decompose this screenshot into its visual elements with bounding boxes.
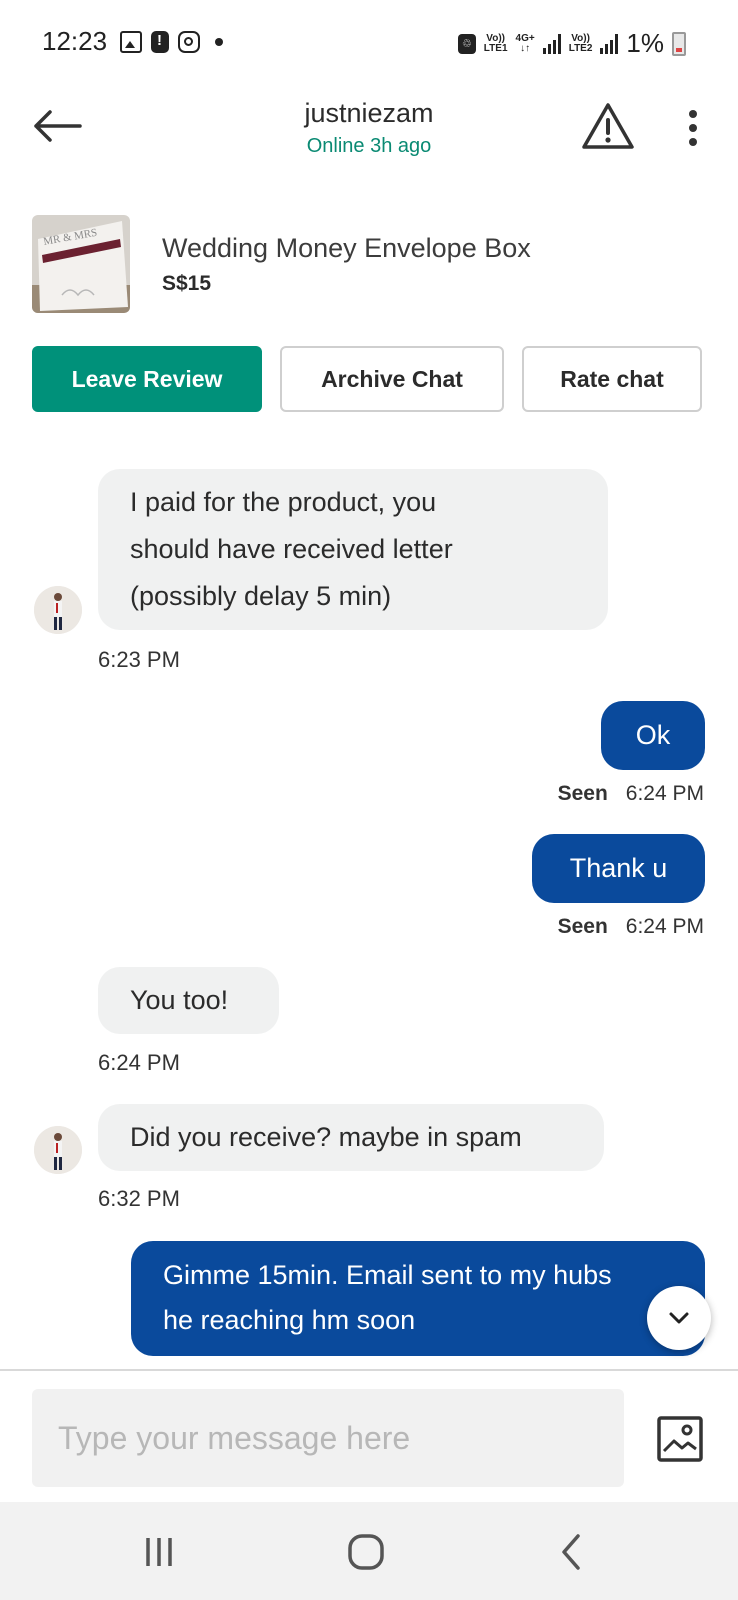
status-bar: 12:23 ♲ Vo))LTE1 4G+↓↑ Vo))LTE2 1% [0, 0, 738, 84]
message-text: I paid for the product, you [130, 487, 437, 517]
more-options-button[interactable] [678, 104, 708, 152]
message-text: he reaching hm soon [163, 1305, 416, 1335]
listing-card[interactable]: MR & MRS Wedding Money Envelope Box S$15 [32, 214, 712, 314]
attach-image-button[interactable] [656, 1415, 704, 1463]
instagram-icon [178, 31, 200, 53]
battery-percent: 1% [626, 28, 664, 58]
message-text: Thank u [569, 853, 668, 883]
dot-icon [215, 38, 223, 46]
rate-chat-button[interactable]: Rate chat [522, 346, 702, 412]
message-time: 6:23 PM [98, 647, 180, 672]
more-vert-icon [689, 110, 697, 118]
signal-icon [542, 33, 561, 54]
chevron-down-icon [669, 1312, 689, 1324]
chevron-left-icon [562, 1534, 580, 1570]
message-bubble[interactable]: I paid for the product, you should have … [98, 469, 608, 630]
message-text: You too! [130, 985, 229, 1015]
avatar[interactable] [34, 586, 82, 634]
message-meta: Seen 6:24 PM [558, 782, 704, 806]
message-bubble[interactable]: Gimme 15min. Email sent to my hubs he re… [131, 1241, 705, 1356]
message-meta: Seen 6:24 PM [558, 915, 704, 939]
status-system-icons: ♲ Vo)) LTE1 4G+ ↓↑ Vo)) LTE2 1% [457, 28, 686, 59]
message-bubble[interactable]: Did you receive? maybe in spam [98, 1104, 604, 1171]
scroll-to-bottom-button[interactable] [647, 1286, 711, 1350]
message-time: 6:24 PM [625, 915, 704, 938]
sim2-label: Vo)) LTE2 [568, 32, 593, 54]
message-bubble[interactable]: Thank u [532, 834, 705, 903]
message-composer [0, 1369, 738, 1501]
message-bubble[interactable]: Ok [601, 701, 705, 770]
chat-actions: Leave Review Archive Chat Rate chat [32, 346, 702, 412]
alert-icon [151, 31, 169, 53]
chat-header: justniezam Online 3h ago [0, 84, 738, 184]
image-icon [657, 1416, 703, 1462]
message-time: 6:24 PM [625, 782, 704, 805]
message-text: (possibly delay 5 min) [130, 581, 392, 611]
warning-icon [582, 103, 634, 149]
status-time: 12:23 [42, 26, 108, 56]
seen-label: Seen [557, 782, 608, 805]
report-button[interactable] [580, 100, 636, 152]
avatar[interactable] [34, 1126, 82, 1174]
system-nav-bar [0, 1502, 738, 1600]
message-bubble[interactable]: You too! [98, 967, 279, 1034]
listing-title: Wedding Money Envelope Box [162, 232, 531, 263]
message-text: should have received letter [130, 534, 453, 564]
message-text: Gimme 15min. Email sent to my hubs [163, 1260, 612, 1290]
listing-info: Wedding Money Envelope Box S$15 [162, 233, 531, 296]
message-input[interactable] [32, 1389, 624, 1487]
gallery-icon [120, 31, 142, 53]
message-time: 6:24 PM [98, 1050, 180, 1075]
home-icon [348, 1534, 384, 1570]
seen-label: Seen [557, 915, 608, 938]
listing-price: S$15 [162, 271, 212, 295]
signal-icon [600, 33, 619, 54]
leave-review-button[interactable]: Leave Review [32, 346, 262, 412]
network-type: 4G+ ↓↑ [515, 32, 535, 54]
message-time: 6:32 PM [98, 1186, 180, 1211]
recycle-icon: ♲ [457, 33, 476, 54]
system-back-button[interactable] [556, 1530, 586, 1574]
recent-apps-button[interactable] [140, 1530, 180, 1574]
message-text: Ok [635, 720, 671, 750]
recent-apps-icon [146, 1538, 172, 1566]
listing-thumbnail: MR & MRS [32, 215, 130, 313]
home-button[interactable] [344, 1530, 388, 1574]
status-notification-icons [120, 31, 223, 53]
battery-icon [672, 31, 686, 56]
sim1-label: Vo)) LTE1 [483, 32, 508, 54]
message-text: Did you receive? maybe in spam [130, 1122, 522, 1152]
archive-chat-button[interactable]: Archive Chat [280, 346, 504, 412]
